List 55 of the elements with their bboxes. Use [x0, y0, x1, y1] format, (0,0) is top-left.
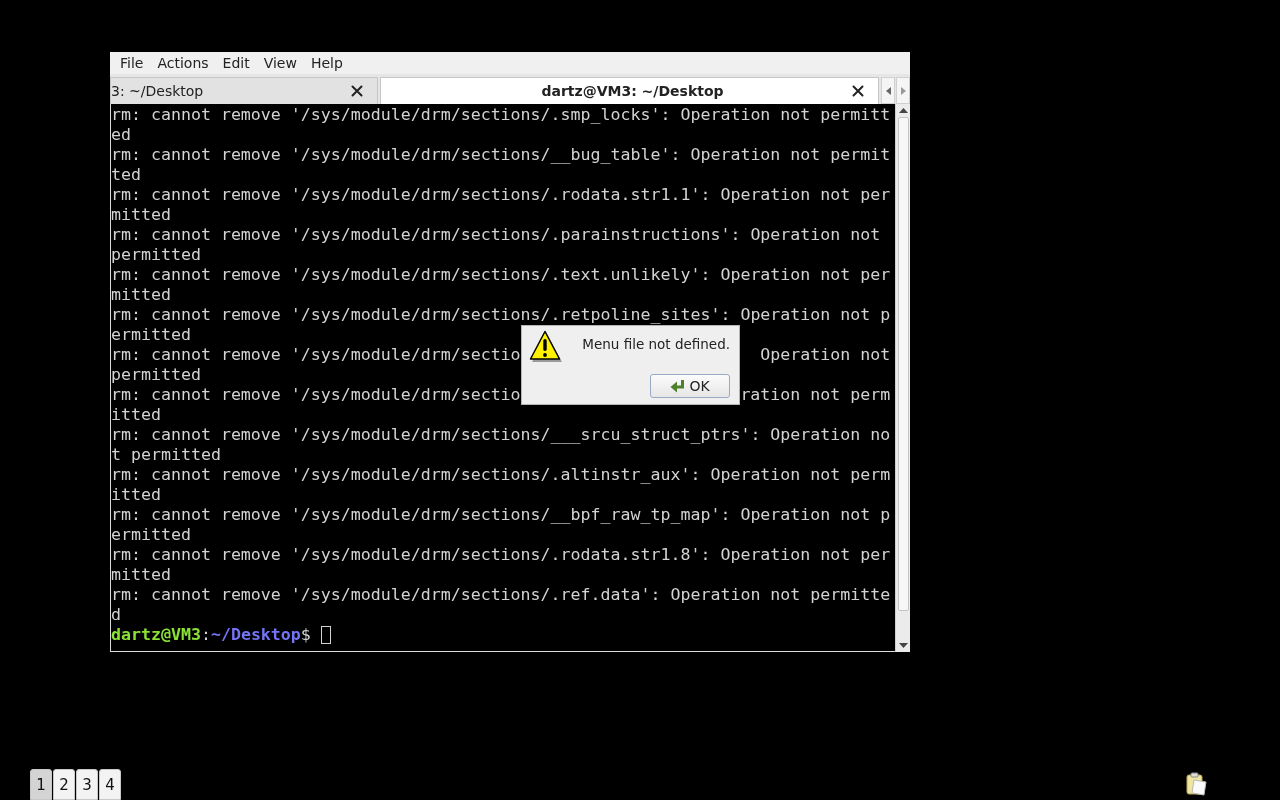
menu-item[interactable]: Help — [303, 53, 350, 73]
menu-item[interactable]: File — [113, 53, 151, 73]
terminal-line: itted — [111, 485, 161, 505]
terminal-line: d — [111, 605, 121, 625]
close-icon[interactable] — [351, 85, 363, 97]
terminal-line: rm: cannot remove '/sys/module/drm/sections/.text.unlikely': Operation not per — [111, 265, 891, 285]
terminal-line: rm: cannot remove '/sys/module/drm/sectio — [111, 345, 521, 365]
warning-icon — [529, 330, 563, 363]
cursor-icon — [320, 626, 331, 644]
terminal-line: ration not perm — [740, 385, 891, 405]
scrollbar[interactable] — [895, 104, 910, 652]
terminal-line: rm: cannot remove '/sys/module/drm/sectio — [111, 385, 521, 405]
terminal-line: permitted — [111, 365, 201, 385]
terminal-line: rm: cannot remove '/sys/module/drm/sections/.retpoline_sites': Operation not p — [111, 305, 891, 325]
dialog-message: Menu file not defined. — [582, 335, 730, 354]
workspace-button[interactable]: 4 — [99, 769, 121, 800]
workspace-button[interactable]: 3 — [76, 769, 98, 800]
return-arrow-icon — [670, 379, 687, 393]
menu-item[interactable]: Actions — [150, 53, 216, 73]
terminal-line: Operation not — [760, 345, 891, 365]
terminal-line: rm: cannot remove '/sys/module/drm/sections/.smp_locks': Operation not permitt — [111, 105, 891, 125]
terminal-line: mitted — [111, 205, 171, 225]
caret-down-icon[interactable] — [898, 643, 908, 648]
terminal-line: rm: cannot remove '/sys/module/drm/sections/.ref.data': Operation not permitte — [111, 585, 891, 605]
terminal-tab[interactable]: dartz@VM3: ~/Desktop — [380, 77, 879, 104]
terminal-tab[interactable]: 3: ~/Desktop — [110, 77, 378, 104]
terminal-line: ted — [111, 165, 141, 185]
terminal-line: mitted — [111, 285, 171, 305]
scrollbar-thumb[interactable] — [897, 117, 909, 611]
terminal-line: permitted — [111, 245, 201, 265]
terminal-line: rm: cannot remove '/sys/module/drm/sections/__bpf_raw_tp_map': Operation not p — [111, 505, 891, 525]
menu-item[interactable]: Edit — [215, 53, 257, 73]
caret-right-icon — [900, 86, 906, 95]
shell-prompt: dartz@VM3:~/Desktop$ — [111, 625, 311, 645]
terminal-line: ermitted — [111, 525, 191, 545]
terminal-line: rm: cannot remove '/sys/module/drm/sections/.altinstr_aux': Operation not perm — [111, 465, 891, 485]
terminal-line: rm: cannot remove '/sys/module/drm/sections/.rodata.str1.1': Operation not per — [111, 185, 891, 205]
tab-scroll-left-button[interactable] — [881, 77, 895, 104]
terminal-line: ermitted — [111, 325, 191, 345]
workspace-button[interactable]: 2 — [53, 769, 75, 800]
terminal-line: rm: cannot remove '/sys/module/drm/sections/.parainstructions': Operation not — [111, 225, 881, 245]
ok-button[interactable]: OK — [650, 374, 730, 398]
terminal-line: itted — [111, 405, 161, 425]
workspace-button[interactable]: 1 — [30, 769, 52, 800]
menu-item[interactable]: View — [256, 53, 304, 73]
close-icon[interactable] — [852, 85, 864, 97]
terminal-line: mitted — [111, 565, 171, 585]
clipboard-icon[interactable] — [1185, 772, 1209, 796]
terminal-line: rm: cannot remove '/sys/module/drm/sections/.rodata.str1.8': Operation not per — [111, 545, 891, 565]
caret-up-icon[interactable] — [898, 108, 908, 113]
terminal-line: t permitted — [111, 445, 221, 465]
terminal-line: ed — [111, 125, 131, 145]
caret-left-icon — [885, 86, 891, 95]
terminal-line: rm: cannot remove '/sys/module/drm/sections/___srcu_struct_ptrs': Operation no — [111, 425, 891, 445]
terminal-line: rm: cannot remove '/sys/module/drm/sections/__bug_table': Operation not permit — [111, 145, 891, 165]
